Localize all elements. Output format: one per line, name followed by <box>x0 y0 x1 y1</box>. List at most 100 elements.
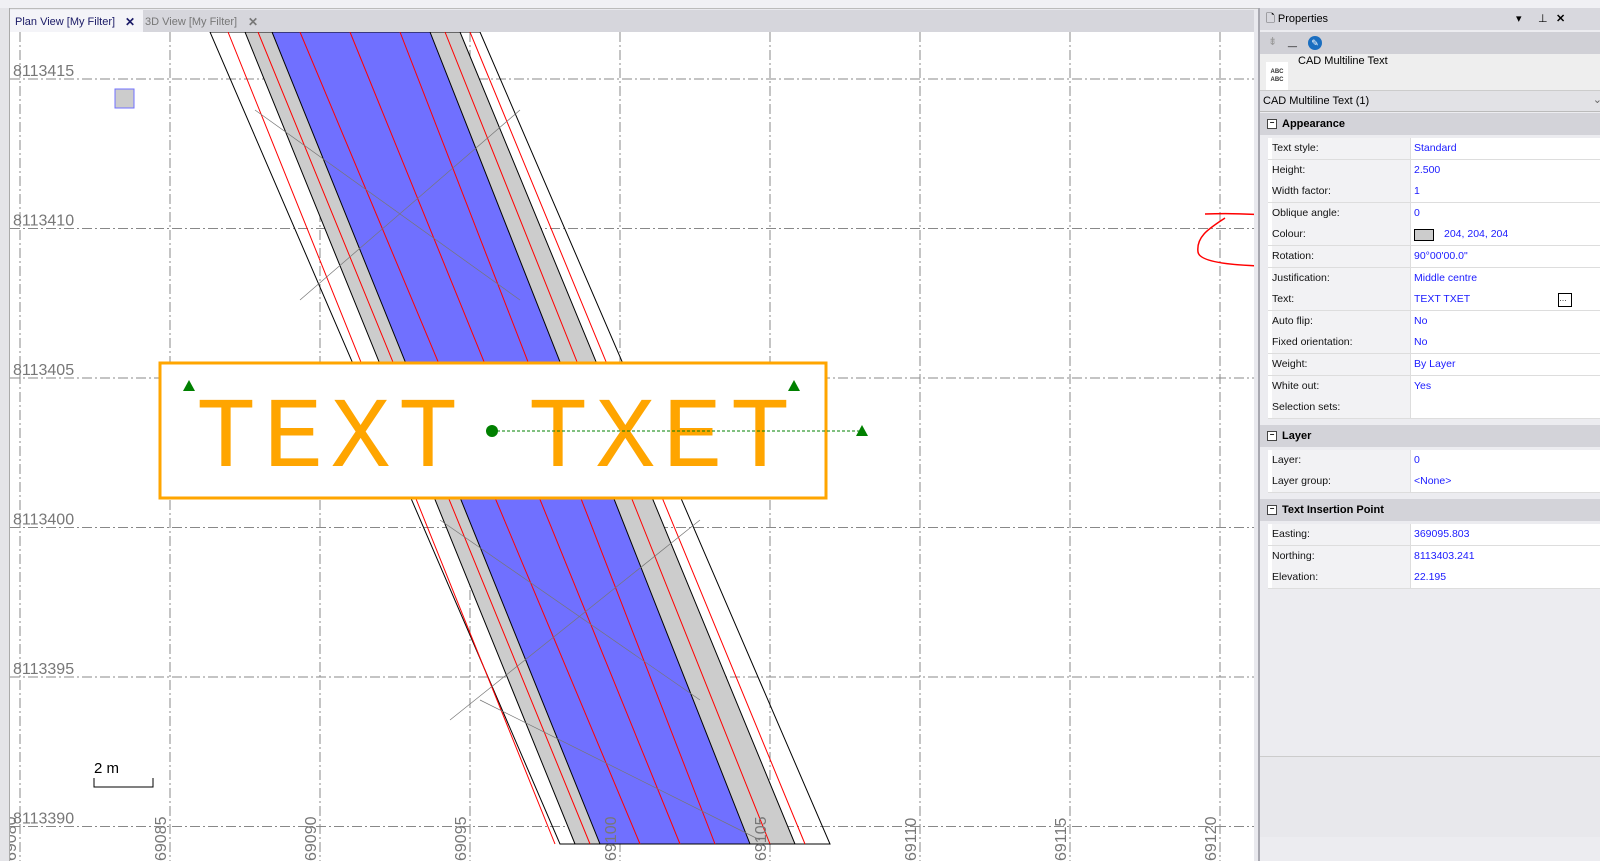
property-label: Layer group: <box>1272 471 1411 493</box>
section-title: Layer <box>1282 429 1312 442</box>
property-row[interactable]: Selection sets: <box>1268 397 1600 420</box>
property-label: Layer: <box>1272 449 1411 471</box>
property-label: Northing: <box>1272 545 1411 567</box>
property-row[interactable]: Oblique angle: 0 <box>1268 202 1600 225</box>
tab-3d-view[interactable]: 3D View [My Filter] ✕ <box>140 10 265 32</box>
easting-label: 69120 <box>1203 816 1220 861</box>
property-label: Justification: <box>1272 267 1411 289</box>
northing-label: 8113390 <box>13 811 74 828</box>
property-row[interactable]: Height: 2.500 <box>1268 159 1600 182</box>
properties-title: Properties <box>1277 13 1329 25</box>
easting-label: 69110 <box>903 818 920 861</box>
property-label: Text style: <box>1272 138 1411 159</box>
property-row[interactable]: Layer group: <None> <box>1268 471 1600 494</box>
plan-view-canvas[interactable]: 8113415 8113410 8113405 8113400 8113395 81133… <box>10 32 1254 861</box>
chevron-down-icon: ⌄ <box>1592 94 1600 106</box>
scale-bar: 2 m <box>93 760 154 788</box>
property-label: Fixed orientation: <box>1272 332 1411 354</box>
selected-text-object: TEXT TXET <box>158 361 868 500</box>
property-row[interactable]: Rotation: 90°00'00.0" <box>1268 246 1600 268</box>
easting-label: 69080 <box>10 816 20 861</box>
close-icon[interactable]: ✕ <box>1556 8 1565 30</box>
edit-icon[interactable]: ✎ <box>1308 36 1322 50</box>
property-row[interactable]: Elevation: 22.195 <box>1268 567 1600 590</box>
property-label: Easting: <box>1272 524 1411 545</box>
property-label: Rotation: <box>1272 246 1411 267</box>
dropdown-icon[interactable]: ▾ <box>1516 8 1522 30</box>
selection-value: CAD Multiline Text (1) <box>1263 95 1370 107</box>
object-type: CAD Multiline Text <box>1298 55 1388 67</box>
properties-panel: 🗋 Properties ▾ ⊥ ✕ ⇟ _ ✎ ABC ABC CAD Mult… <box>1258 8 1600 861</box>
northing-label: 8113405 <box>13 362 74 379</box>
property-label: Weight: <box>1272 354 1411 375</box>
collapse-icon[interactable]: − <box>1267 119 1277 130</box>
collapse-icon[interactable]: − <box>1267 505 1277 516</box>
property-value[interactable]: No <box>1414 332 1427 353</box>
property-row[interactable]: Width factor: 1 <box>1268 181 1600 204</box>
section-header[interactable]: − Layer <box>1260 424 1600 447</box>
drawing: 8113415 8113410 8113405 8113400 8113395 81133… <box>10 32 1254 861</box>
property-value[interactable]: 8113403.241 <box>1414 546 1475 567</box>
easting-label: 69095 <box>453 816 470 861</box>
section-header[interactable]: − Text Insertion Point <box>1260 499 1600 521</box>
tab-plan-view[interactable]: Plan View [My Filter] ✕ <box>10 10 143 32</box>
tab-label: 3D View [My Filter] <box>145 16 238 28</box>
property-row[interactable]: Auto flip: No <box>1268 310 1600 333</box>
property-value[interactable]: <None> <box>1414 471 1451 492</box>
easting-label: 69100 <box>603 816 620 861</box>
property-value[interactable]: TEXT TXET <box>1414 289 1470 310</box>
property-row[interactable]: Northing: 8113403.241 <box>1268 545 1600 568</box>
property-value[interactable]: 0 <box>1414 450 1420 471</box>
property-row[interactable]: White out: Yes <box>1268 375 1600 398</box>
close-icon[interactable]: ✕ <box>248 10 258 34</box>
northing-label: 8113400 <box>13 512 74 529</box>
property-row[interactable]: Text: … TEXT TXET <box>1268 289 1600 312</box>
property-row[interactable]: Easting: 369095.803 <box>1268 524 1600 546</box>
colour-swatch <box>1414 229 1434 242</box>
property-value[interactable]: Middle centre <box>1414 268 1477 289</box>
selection-dropdown[interactable]: CAD Multiline Text (1) ⌄ <box>1260 90 1600 112</box>
filter-icon[interactable]: ⇟ <box>1268 35 1277 48</box>
property-value[interactable]: By Layer <box>1414 354 1455 375</box>
northing-label: 8113410 <box>13 213 74 230</box>
property-value[interactable]: 2.500 <box>1414 160 1440 181</box>
left-dock-edge <box>0 8 10 861</box>
property-row[interactable]: Weight: By Layer <box>1268 354 1600 376</box>
property-label: Height: <box>1272 159 1411 181</box>
section-title: Appearance <box>1282 118 1345 130</box>
property-row[interactable]: Justification: Middle centre <box>1268 267 1600 290</box>
property-row[interactable]: Colour: 204, 204, 204 <box>1268 224 1600 247</box>
colour-marker <box>114 88 135 109</box>
property-row[interactable]: Text style: Standard <box>1268 138 1600 160</box>
object-type-header: ABC ABC CAD Multiline Text <box>1260 54 1600 96</box>
view-tabs: Plan View [My Filter] ✕ 3D View [My Filt… <box>10 10 1254 32</box>
insertion-grip[interactable] <box>486 425 498 437</box>
tab-label: Plan View [My Filter] <box>15 16 116 28</box>
scale-label: 2 m <box>94 760 119 777</box>
easting-label: 69105 <box>753 816 770 861</box>
property-row[interactable]: Fixed orientation: No <box>1268 332 1600 355</box>
ellipsis-button[interactable]: … <box>1558 293 1572 308</box>
property-value[interactable]: 369095.803 <box>1414 524 1469 545</box>
collapse-icon[interactable]: − <box>1267 430 1277 441</box>
easting-label: 69085 <box>153 816 170 861</box>
close-icon[interactable]: ✕ <box>125 10 135 34</box>
property-label: Elevation: <box>1272 567 1411 589</box>
property-value[interactable]: 0 <box>1414 203 1420 224</box>
property-value[interactable]: No <box>1414 311 1427 332</box>
property-value[interactable]: Yes <box>1414 376 1431 397</box>
property-value[interactable]: 22.195 <box>1414 567 1446 588</box>
minimize-icon[interactable]: _ <box>1288 32 1297 50</box>
property-label: Auto flip: <box>1272 310 1411 332</box>
northing-label: 8113415 <box>13 63 74 80</box>
property-value[interactable]: 1 <box>1414 181 1420 202</box>
easting-label: 69115 <box>1053 818 1070 861</box>
property-row[interactable]: Layer: 0 <box>1268 449 1600 472</box>
property-label: Text: <box>1272 289 1411 311</box>
pin-icon[interactable]: ⊥ <box>1538 8 1548 30</box>
property-value[interactable]: 90°00'00.0" <box>1414 246 1468 267</box>
property-value[interactable]: 204, 204, 204 <box>1444 224 1508 245</box>
property-value[interactable]: Standard <box>1414 138 1457 159</box>
section-header[interactable]: − Appearance <box>1260 113 1600 135</box>
property-label: White out: <box>1272 375 1411 397</box>
